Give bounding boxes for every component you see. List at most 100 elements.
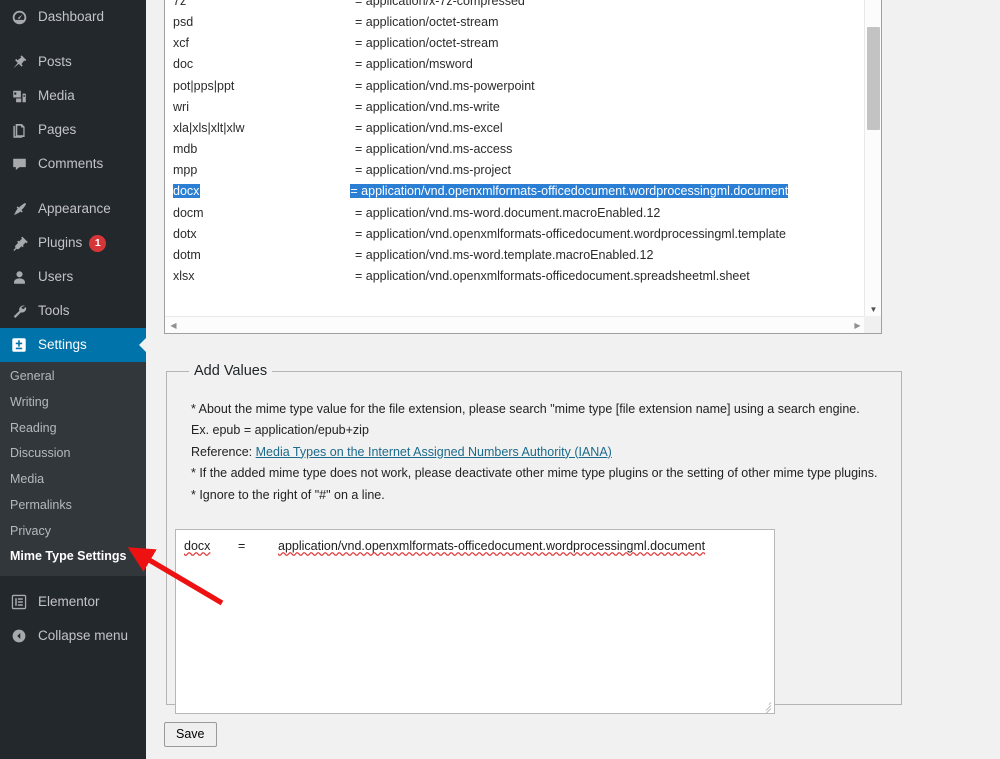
mime-value: = application/vnd.openxmlformats-officed…: [355, 269, 750, 284]
textarea-equals: =: [238, 539, 246, 553]
mime-type-row[interactable]: docm = application/vnd.ms-word.document.m…: [165, 202, 865, 223]
submenu-item-media[interactable]: Media: [0, 467, 146, 493]
settings-submenu: General Writing Reading Discussion Media Perm…: [0, 362, 146, 576]
sidebar-item-label: Users: [38, 269, 74, 285]
submenu-item-writing[interactable]: Writing: [0, 390, 146, 416]
mime-values-textarea[interactable]: docx = application/vnd.openxmlformats-of…: [175, 529, 775, 714]
mime-value: = application/vnd.openxmlformats-officed…: [350, 184, 789, 199]
brush-icon: [9, 199, 29, 219]
reference-line: Reference: Media Types on the Internet A…: [191, 442, 877, 464]
mime-extension: docm: [173, 205, 204, 220]
add-values-panel: Add Values * About the mime type value f…: [166, 363, 903, 714]
note-line: Ex. epub = application/epub+zip: [191, 423, 369, 438]
admin-sidebar: Dashboard Posts Media Pages Comments Appearan…: [0, 0, 146, 759]
sidebar-item-collapse-menu[interactable]: Collapse menu: [0, 619, 146, 653]
mime-type-listbox[interactable]: rar= application/rar7z= application/x-7z…: [164, 0, 882, 334]
mime-extension: dotm: [173, 248, 201, 263]
mime-extension: wri: [173, 99, 189, 114]
mime-value: = application/vnd.ms-access: [355, 142, 513, 157]
scroll-left-arrow[interactable]: ◀: [165, 317, 182, 333]
submenu-item-reading[interactable]: Reading: [0, 416, 146, 442]
submenu-item-permalinks[interactable]: Permalinks: [0, 493, 146, 519]
sidebar-item-dashboard[interactable]: Dashboard: [0, 0, 146, 34]
mime-value: = application/vnd.ms-word.document.macro…: [355, 205, 661, 220]
note-line: * Ignore to the right of "#" on a line.: [191, 487, 385, 502]
add-values-legend: Add Values: [194, 363, 268, 379]
mime-extension: xla|xls|xlt|xlw: [173, 120, 245, 135]
comments-icon: [9, 154, 29, 174]
note-line: * If the added mime type does not work, …: [191, 466, 878, 481]
mime-type-row[interactable]: dotx = application/vnd.openxmlformats-off…: [165, 223, 865, 244]
mime-type-row[interactable]: mpp = application/vnd.ms-project: [165, 160, 865, 181]
elementor-icon: [9, 592, 29, 612]
submenu-item-mime-type-settings[interactable]: Mime Type Settings: [0, 544, 146, 570]
textarea-extension: docx: [184, 539, 211, 553]
sidebar-item-label: Pages: [38, 122, 77, 138]
mime-value: = application/vnd.ms-word.template.macro…: [355, 248, 654, 263]
listbox-horizontal-scrollbar[interactable]: ◀ ▶: [165, 316, 881, 333]
sidebar-item-posts[interactable]: Posts: [0, 45, 146, 79]
sidebar-item-label: Elementor: [38, 594, 100, 610]
mime-extension: psd: [173, 14, 194, 29]
sidebar-item-label: Posts: [38, 54, 72, 70]
mime-extension: pot|pps|ppt: [173, 78, 235, 93]
mime-value: = application/x-7z-compressed: [355, 0, 525, 8]
plug-icon: [9, 233, 29, 253]
mime-type-row[interactable]: xcf = application/octet-stream: [165, 33, 865, 54]
submenu-item-privacy[interactable]: Privacy: [0, 519, 146, 545]
sidebar-separator: [0, 181, 146, 192]
sidebar-item-tools[interactable]: Tools: [0, 294, 146, 328]
sidebar-item-appearance[interactable]: Appearance: [0, 192, 146, 226]
vertical-scroll-thumb[interactable]: [867, 27, 880, 130]
user-icon: [9, 267, 29, 287]
sidebar-item-label: Media: [38, 88, 75, 104]
textarea-resize-handle[interactable]: [759, 698, 773, 713]
submenu-item-discussion[interactable]: Discussion: [0, 441, 146, 467]
mime-type-row[interactable]: pot|pps|ppt = application/vnd.ms-powerpoi…: [165, 75, 865, 96]
wp-admin-screen: Dashboard Posts Media Pages Comments Appearan…: [0, 0, 1000, 759]
collapse-icon: [9, 626, 29, 646]
textarea-mime-value: application/vnd.openxmlformats-officedoc…: [278, 539, 706, 553]
mime-type-row[interactable]: xlsx = application/vnd.openxmlformats-off…: [165, 266, 865, 287]
mime-type-list[interactable]: rar= application/rar7z= application/x-7z…: [165, 0, 865, 317]
listbox-vertical-scrollbar[interactable]: ▼: [864, 0, 881, 318]
sidebar-item-comments[interactable]: Comments: [0, 147, 146, 181]
mime-type-row[interactable]: 7z = application/x-7z-compressed: [165, 0, 865, 11]
mime-value: = application/msword: [355, 57, 473, 72]
mime-value: = application/octet-stream: [355, 36, 499, 51]
mime-type-row[interactable]: docx = application/vnd.openxmlformats-off…: [165, 181, 865, 202]
mime-type-row[interactable]: wri = application/vnd.ms-write: [165, 96, 865, 117]
settings-icon: [9, 335, 29, 355]
mime-extension: xlsx: [173, 269, 195, 284]
mime-type-row[interactable]: psd = application/octet-stream: [165, 11, 865, 32]
sidebar-item-elementor[interactable]: Elementor: [0, 585, 146, 619]
sidebar-item-media[interactable]: Media: [0, 79, 146, 113]
sidebar-item-plugins[interactable]: Plugins 1: [0, 226, 146, 260]
save-button[interactable]: Save: [164, 722, 217, 747]
mime-extension: xcf: [173, 36, 189, 51]
mime-extension: docx: [173, 184, 201, 199]
sidebar-item-label: Tools: [38, 303, 70, 319]
iana-reference-link[interactable]: Media Types on the Internet Assigned Num…: [256, 445, 612, 459]
sidebar-item-label: Appearance: [38, 201, 111, 217]
media-icon: [9, 86, 29, 106]
mime-type-row[interactable]: xla|xls|xlt|xlw = application/vnd.ms-exce…: [165, 117, 865, 138]
submenu-item-general[interactable]: General: [0, 364, 146, 390]
sidebar-item-label: Plugins: [38, 235, 83, 251]
dashboard-icon: [9, 7, 29, 27]
mime-extension: mdb: [173, 142, 198, 157]
mime-type-row[interactable]: doc = application/msword: [165, 54, 865, 75]
mime-value: = application/vnd.ms-write: [355, 99, 500, 114]
note-line: * About the mime type value for the file…: [191, 401, 860, 416]
mime-extension: doc: [173, 57, 194, 72]
add-values-notes: * About the mime type value for the file…: [179, 385, 889, 507]
sidebar-item-settings[interactable]: Settings: [0, 328, 146, 362]
pages-icon: [9, 120, 29, 140]
mime-value: = application/vnd.ms-project: [355, 163, 511, 178]
mime-type-row[interactable]: dotm = application/vnd.ms-word.template.m…: [165, 244, 865, 265]
mime-extension: dotx: [173, 226, 197, 241]
textarea-line: docx = application/vnd.openxmlformats-of…: [184, 538, 766, 555]
sidebar-item-users[interactable]: Users: [0, 260, 146, 294]
mime-type-row[interactable]: mdb = application/vnd.ms-access: [165, 139, 865, 160]
sidebar-item-pages[interactable]: Pages: [0, 113, 146, 147]
